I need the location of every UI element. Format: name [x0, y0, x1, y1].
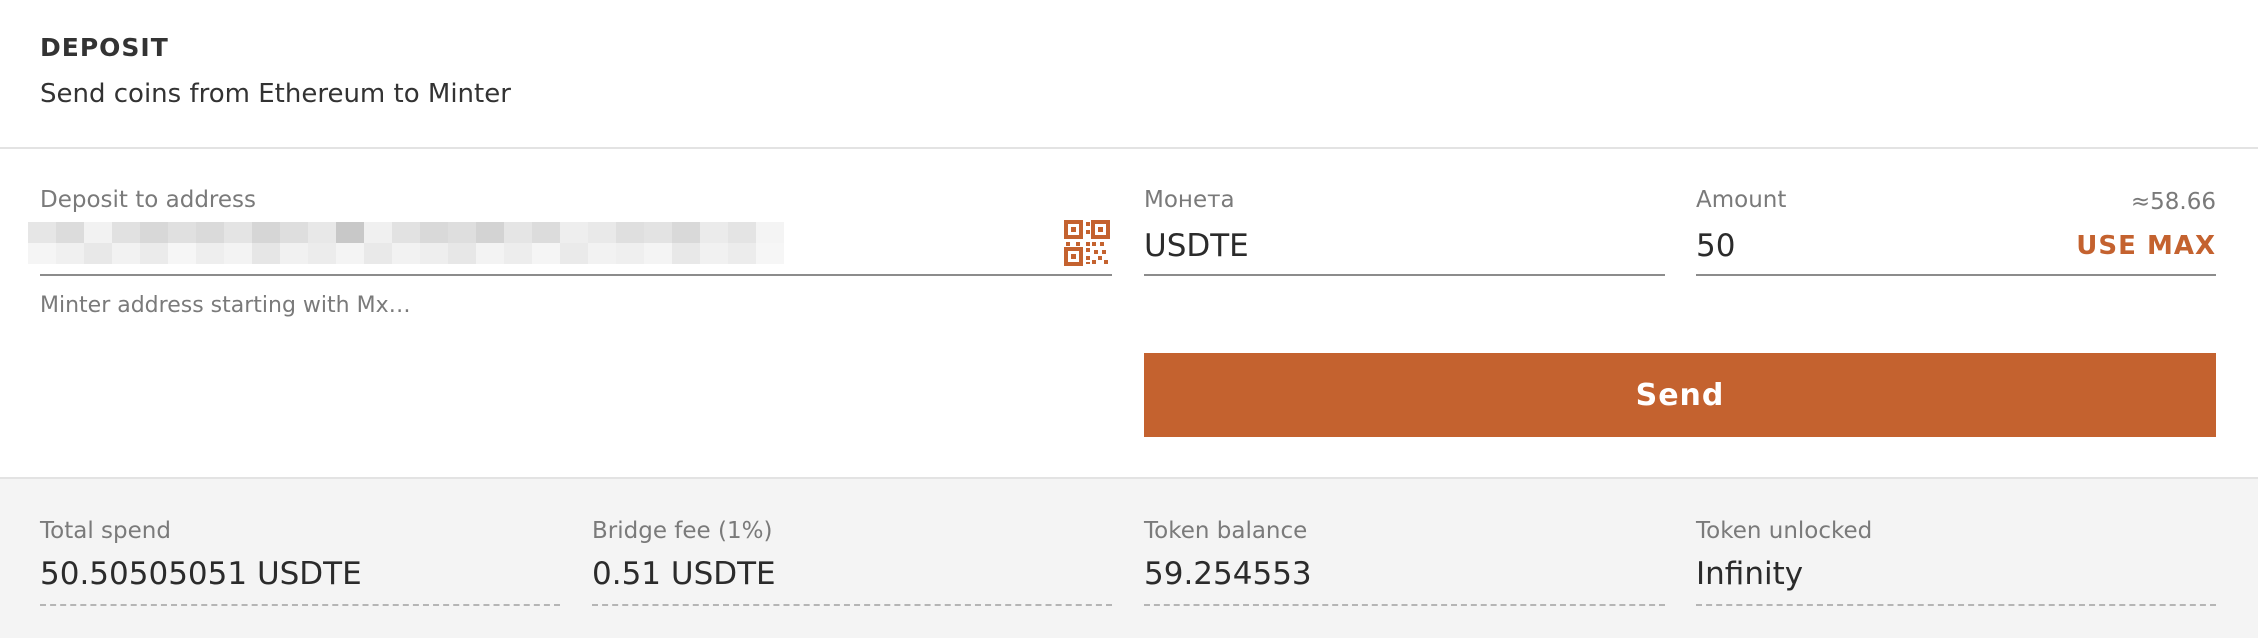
amount-label: Amount: [1696, 187, 1787, 213]
coin-underline: [1144, 274, 1665, 276]
deposit-address-underline: [40, 274, 1112, 276]
qr-code-icon[interactable]: [1064, 220, 1110, 266]
send-button[interactable]: Send: [1144, 353, 2216, 437]
amount-approx-value: ≈58.66: [2130, 189, 2216, 215]
coin-label: Монета: [1144, 187, 1235, 213]
bridge-fee-label: Bridge fee (1%): [592, 518, 773, 544]
page-subtitle: Send coins from Ethereum to Minter: [40, 79, 511, 109]
total-spend-value: 50.50505051 USDTE: [40, 556, 362, 592]
bridge-fee-value: 0.51 USDTE: [592, 556, 776, 592]
token-unlocked-value: Infinity: [1696, 556, 1804, 592]
page-title: DEPOSIT: [40, 33, 169, 62]
total-spend-divider: [40, 604, 560, 606]
token-balance-divider: [1144, 604, 1665, 606]
deposit-form: DEPOSIT Send coins from Ethereum to Mint…: [0, 0, 2258, 638]
token-unlocked-label: Token unlocked: [1696, 518, 1873, 544]
summary-panel: Total spend 50.50505051 USDTE Bridge fee…: [0, 477, 2258, 638]
token-balance-value: 59.254553: [1144, 556, 1312, 592]
token-unlocked-divider: [1696, 604, 2216, 606]
use-max-button[interactable]: USE MAX: [2076, 226, 2216, 266]
deposit-header: DEPOSIT Send coins from Ethereum to Mint…: [0, 0, 2258, 149]
deposit-address-input[interactable]: [28, 222, 784, 264]
token-balance-label: Token balance: [1144, 518, 1308, 544]
bridge-fee-divider: [592, 604, 1112, 606]
total-spend-label: Total spend: [40, 518, 171, 544]
amount-underline: [1696, 274, 2216, 276]
deposit-address-label: Deposit to address: [40, 187, 256, 213]
amount-input[interactable]: 50: [1696, 226, 1735, 266]
deposit-address-hint: Minter address starting with Mx…: [40, 293, 411, 318]
coin-select[interactable]: USDTE: [1144, 226, 1249, 266]
